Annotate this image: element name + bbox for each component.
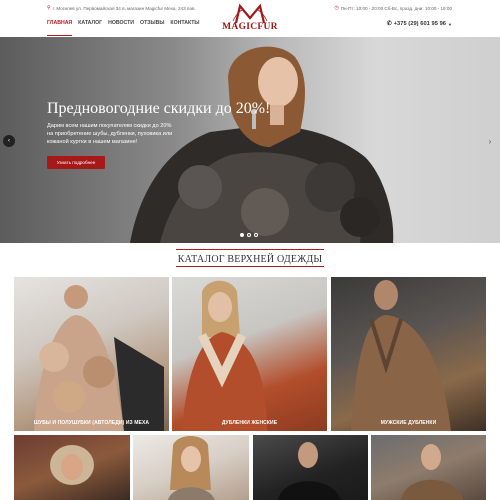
catalog-card-fur-coats[interactable]: ШУБЫ И ПОЛУШУБКИ (АВТОЛЕДИ) ИЗ МЕХА [14, 277, 169, 431]
card-image [278, 442, 341, 500]
card-image [168, 436, 215, 500]
chevron-down-icon[interactable]: ▼ [448, 22, 452, 27]
slider-dot[interactable] [240, 233, 244, 237]
main-nav: ГЛАВНАЯ КАТАЛОГ НОВОСТИ ОТЗЫВЫ КОНТАКТЫ [47, 20, 199, 36]
clock-icon: ◷ [334, 5, 339, 11]
divider [176, 249, 324, 250]
hours-text: Пн-Пт: 10:00 - 20:00 Сб-Вс, празд. дни: … [340, 5, 452, 11]
card-label: ДУБЛЕНКИ ЖЕНСКИЕ [221, 420, 278, 426]
site-header: ⚲ г. Могилев ул. Первомайская 34 в, мага… [0, 0, 500, 37]
address-line: ⚲ г. Могилев ул. Первомайская 34 в, мага… [47, 5, 196, 11]
card-image [351, 280, 451, 431]
slider-dots [240, 233, 258, 237]
hero-slider: Предновогодние скидки до 20%! Дарим всем… [0, 37, 500, 243]
site-logo[interactable]: MAGICFUR [218, 3, 282, 35]
card-image [401, 444, 463, 500]
nav-item-news[interactable]: НОВОСТИ [108, 20, 134, 36]
catalog-card[interactable] [14, 435, 130, 500]
logo-text: MAGICFUR [222, 22, 278, 32]
phone-text: +375 (29) 601 95 96 [393, 21, 447, 27]
card-image [50, 445, 94, 485]
card-image [182, 280, 267, 431]
catalog-card-womens-sheepskin[interactable]: ДУБЛЕНКИ ЖЕНСКИЕ [172, 277, 327, 431]
card-label: МУЖСКИЕ ДУБЛЕНКИ [380, 420, 437, 426]
phone-icon: ✆ [386, 21, 392, 27]
nav-item-catalog[interactable]: КАТАЛОГ [78, 20, 102, 36]
catalog-title: КАТАЛОГ ВЕРХНЕЙ ОДЕЖДЫ [177, 254, 323, 265]
nav-item-home[interactable]: ГЛАВНАЯ [47, 20, 73, 36]
catalog-card[interactable] [253, 435, 368, 500]
divider [176, 266, 324, 267]
card-label: ШУБЫ И ПОЛУШУБКИ (АВТОЛЕДИ) ИЗ МЕХА [33, 420, 150, 426]
catalog-card-mens-sheepskin[interactable]: МУЖСКИЕ ДУБЛЕНКИ [331, 277, 486, 431]
catalog-card[interactable] [371, 435, 486, 500]
catalog-heading: КАТАЛОГ ВЕРХНЕЙ ОДЕЖДЫ [0, 249, 500, 267]
hero-description: Дарим всем нашим покупателям скидки до 2… [47, 123, 173, 145]
learn-more-button[interactable]: Узнать подробнее [47, 156, 105, 169]
chevron-right-icon[interactable]: › [484, 135, 496, 147]
map-pin-icon: ⚲ [47, 5, 51, 11]
phone-number[interactable]: ✆ +375 (29) 601 95 96 ▼ [387, 21, 452, 27]
nav-item-reviews[interactable]: ОТЗЫВЫ [140, 20, 164, 36]
opening-hours: ◷ Пн-Пт: 10:00 - 20:00 Сб-Вс, празд. дни… [334, 5, 452, 11]
catalog-card[interactable] [133, 435, 249, 500]
slider-dot[interactable] [254, 233, 258, 237]
chevron-left-icon[interactable]: ‹ [3, 135, 15, 147]
slider-dot[interactable] [247, 233, 251, 237]
address-text: г. Могилев ул. Первомайская 34 в, магази… [52, 5, 196, 11]
card-image [34, 285, 164, 431]
hero-title: Предновогодние скидки до 20%! [47, 100, 271, 117]
nav-item-contacts[interactable]: КОНТАКТЫ [170, 20, 199, 36]
